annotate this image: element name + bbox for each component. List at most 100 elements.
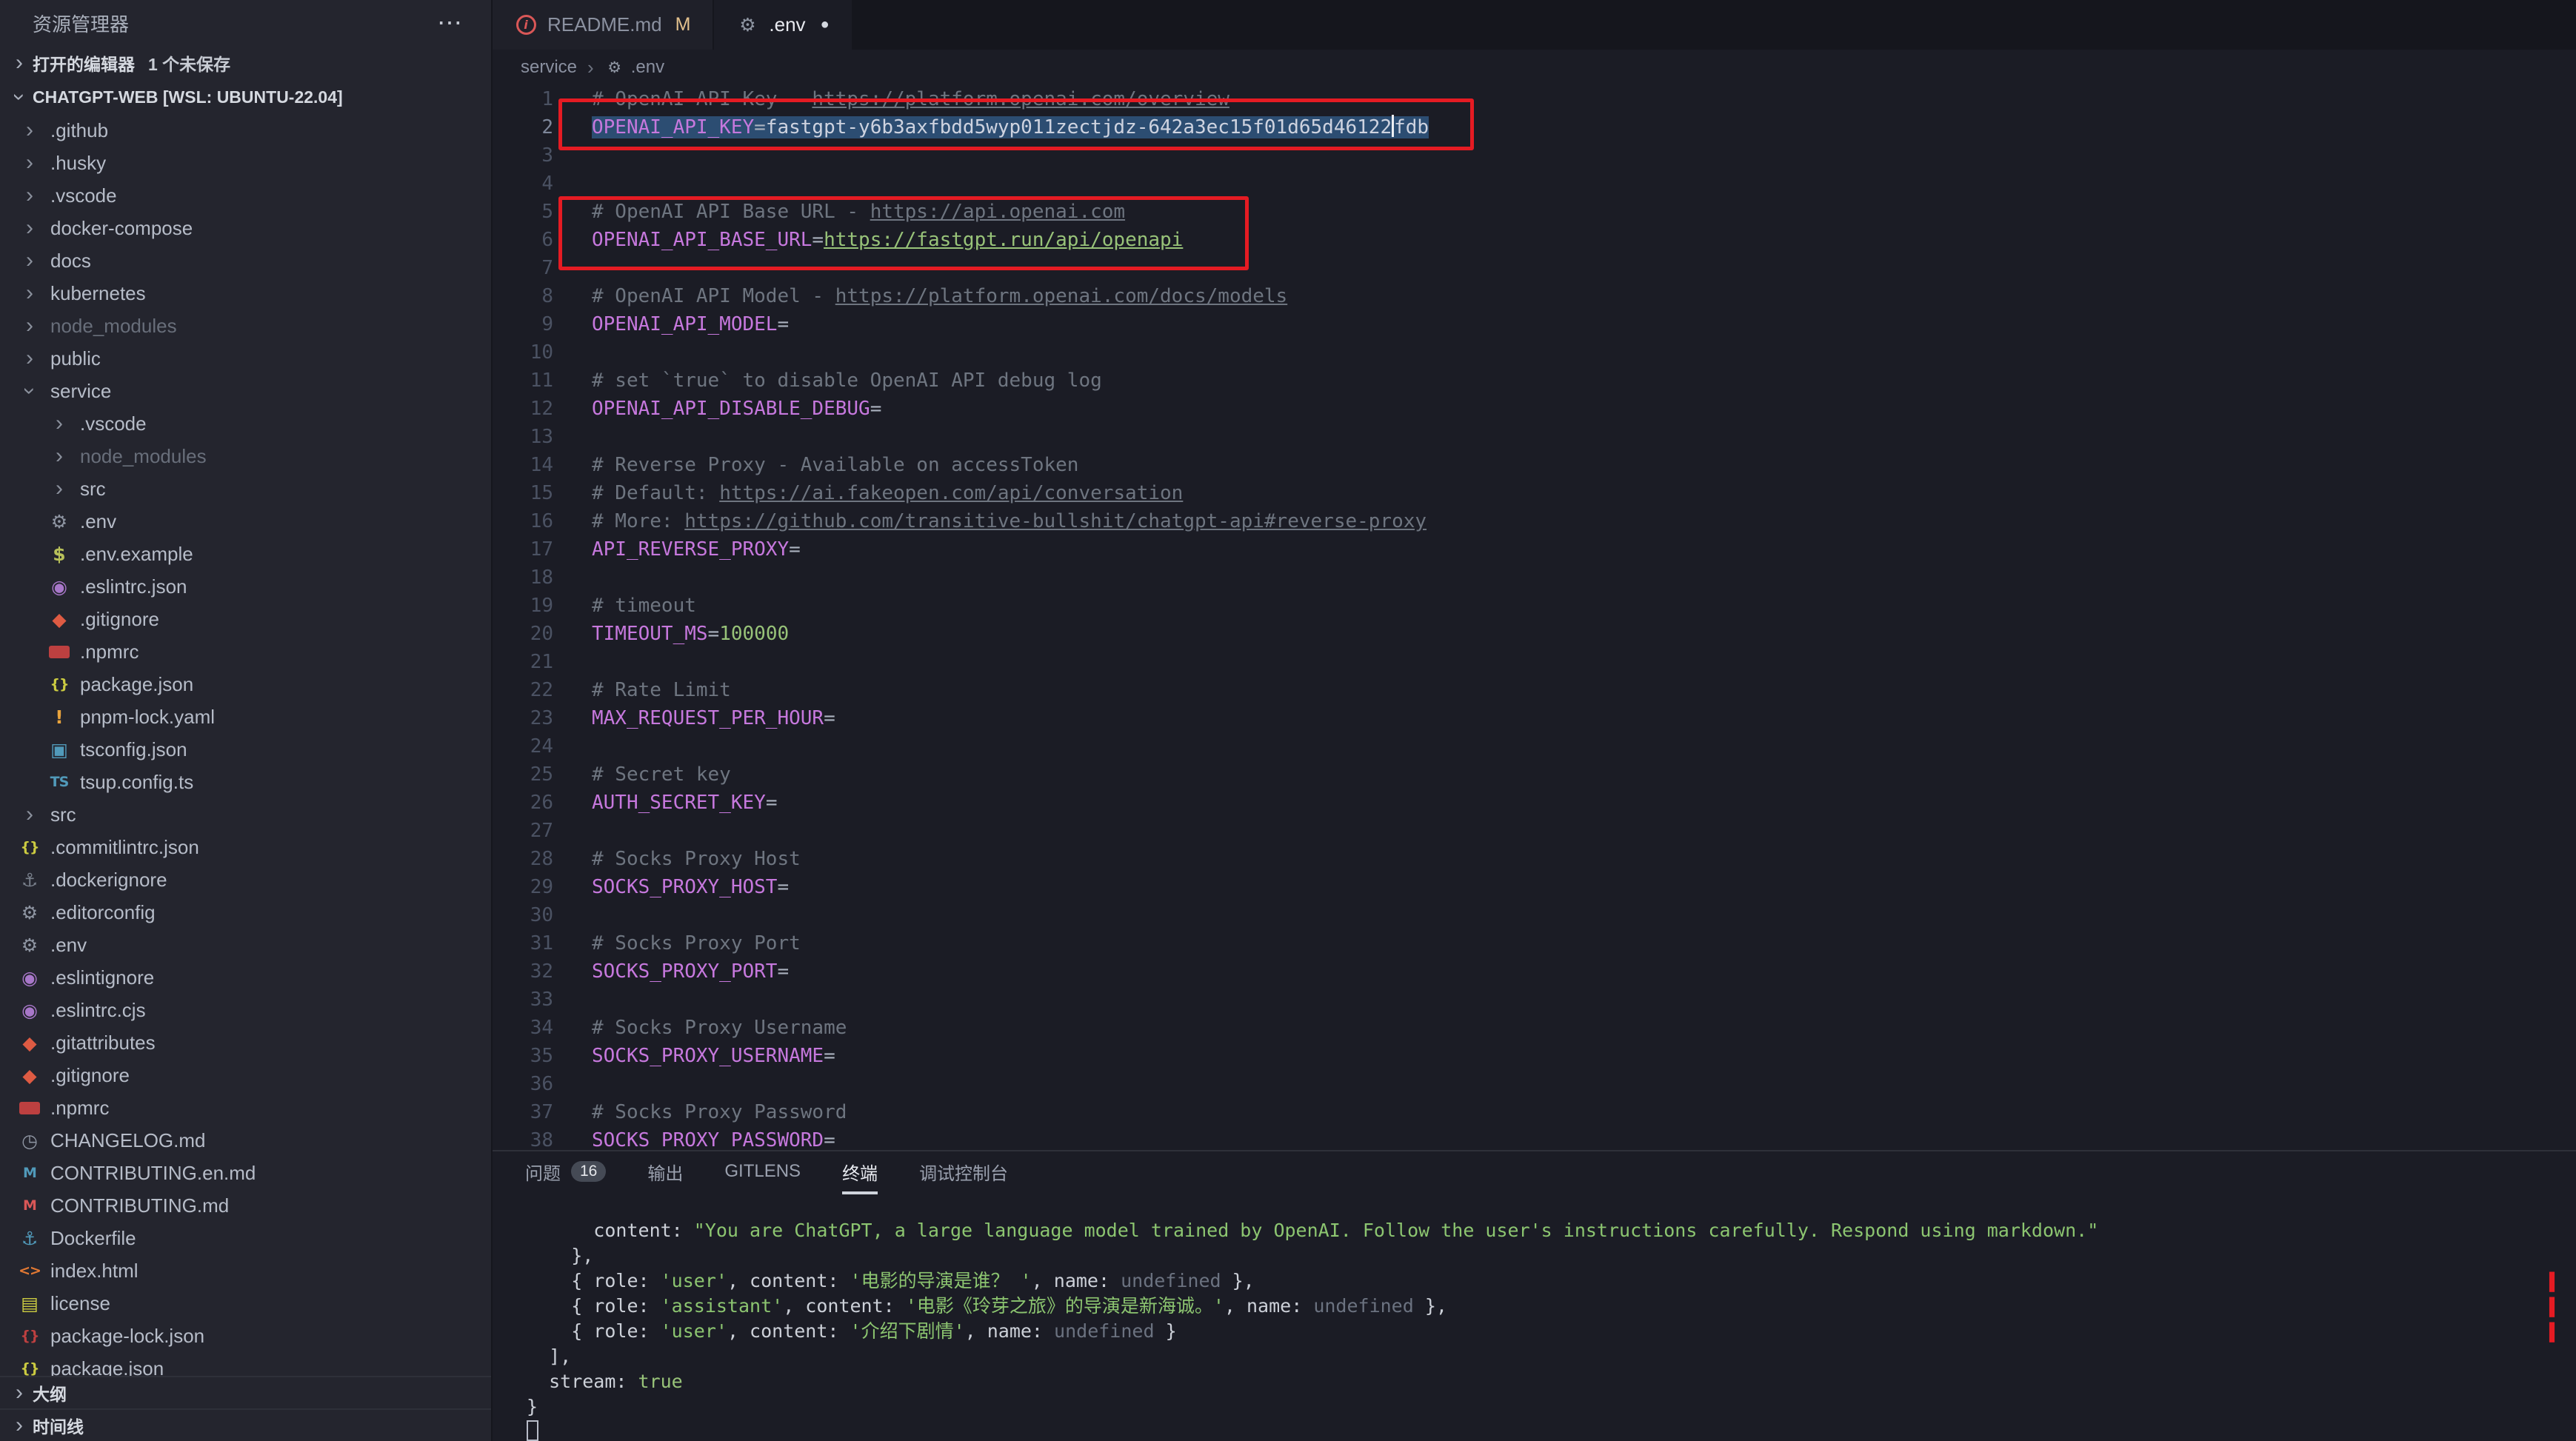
tree-item-docker-compose[interactable]: ›docker-compose xyxy=(0,212,491,244)
line-text: # Socks Proxy Host xyxy=(592,845,801,873)
panel-tab-gitlens[interactable]: GITLENS xyxy=(724,1151,801,1194)
tree-item-docs[interactable]: ›docs xyxy=(0,244,491,277)
tree-item-src[interactable]: ›src xyxy=(0,472,491,505)
tab-env[interactable]: ⚙.env● xyxy=(714,0,852,50)
tree-item-.eslintignore[interactable]: ◉.eslintignore xyxy=(0,961,491,994)
breadcrumb-item-service[interactable]: service xyxy=(521,57,577,78)
panel-tab-debug-console[interactable]: 调试控制台 xyxy=(919,1151,1008,1194)
code-line-12[interactable]: 12OPENAI_API_DISABLE_DEBUG= xyxy=(493,395,2576,423)
code-line-18[interactable]: 18 xyxy=(493,564,2576,592)
tree-item-.gitignore[interactable]: ◆.gitignore xyxy=(0,603,491,635)
tree-item-node_modules[interactable]: ›node_modules xyxy=(0,310,491,342)
code-editor[interactable]: 1# OpenAI API Key - https://platform.ope… xyxy=(493,85,2576,1150)
code-line-27[interactable]: 27 xyxy=(493,817,2576,845)
tree-item-tsconfig.json[interactable]: ▣tsconfig.json xyxy=(0,733,491,766)
code-line-34[interactable]: 34# Socks Proxy Username xyxy=(493,1014,2576,1042)
more-actions-icon[interactable]: ⋯ xyxy=(437,8,464,38)
code-line-33[interactable]: 33 xyxy=(493,986,2576,1014)
code-line-8[interactable]: 8# OpenAI API Model - https://platform.o… xyxy=(493,282,2576,310)
code-line-30[interactable]: 30 xyxy=(493,901,2576,929)
tree-item-public[interactable]: ›public xyxy=(0,342,491,375)
code-line-26[interactable]: 26AUTH_SECRET_KEY= xyxy=(493,789,2576,817)
code-line-5[interactable]: 5# OpenAI API Base URL - https://api.ope… xyxy=(493,198,2576,226)
line-number: 13 xyxy=(493,423,553,451)
workspace-section[interactable]: › CHATGPT-WEB [WSL: UBUNTU-22.04] xyxy=(0,80,491,114)
unsaved-dot-icon[interactable]: ● xyxy=(821,16,830,33)
code-line-13[interactable]: 13 xyxy=(493,423,2576,451)
terminal[interactable]: content: "You are ChatGPT, a large langu… xyxy=(493,1194,2576,1441)
tree-item-.eslintrc.json[interactable]: ◉.eslintrc.json xyxy=(0,570,491,603)
code-line-37[interactable]: 37# Socks Proxy Password xyxy=(493,1098,2576,1126)
tree-item-label: .gitignore xyxy=(50,1064,130,1087)
tree-item-package-lock.json[interactable]: {}package-lock.json xyxy=(0,1320,491,1352)
code-line-17[interactable]: 17API_REVERSE_PROXY= xyxy=(493,535,2576,564)
code-line-9[interactable]: 9OPENAI_API_MODEL= xyxy=(493,310,2576,338)
tree-item-.vscode[interactable]: ›.vscode xyxy=(0,407,491,440)
code-line-25[interactable]: 25# Secret key xyxy=(493,760,2576,789)
code-line-11[interactable]: 11# set `true` to disable OpenAI API deb… xyxy=(493,367,2576,395)
outline-section[interactable]: › 大纲 xyxy=(0,1376,491,1408)
code-line-10[interactable]: 10 xyxy=(493,338,2576,367)
tree-item-.npmrc[interactable]: .npmrc xyxy=(0,635,491,668)
tree-item-.commitlintrc.json[interactable]: {}.commitlintrc.json xyxy=(0,831,491,863)
tree-item-.github[interactable]: ›.github xyxy=(0,114,491,147)
code-line-21[interactable]: 21 xyxy=(493,648,2576,676)
tree-item-.gitignore[interactable]: ◆.gitignore xyxy=(0,1059,491,1091)
tree-item-.npmrc[interactable]: .npmrc xyxy=(0,1091,491,1124)
code-line-14[interactable]: 14# Reverse Proxy - Available on accessT… xyxy=(493,451,2576,479)
code-line-3[interactable]: 3 xyxy=(493,141,2576,170)
tree-item-.env[interactable]: ⚙.env xyxy=(0,929,491,961)
tree-item-.env.example[interactable]: $.env.example xyxy=(0,538,491,570)
code-line-19[interactable]: 19# timeout xyxy=(493,592,2576,620)
tree-item-node_modules[interactable]: ›node_modules xyxy=(0,440,491,472)
tree-item-kubernetes[interactable]: ›kubernetes xyxy=(0,277,491,310)
code-line-1[interactable]: 1# OpenAI API Key - https://platform.ope… xyxy=(493,85,2576,113)
tree-item-license[interactable]: ▤license xyxy=(0,1287,491,1320)
code-line-6[interactable]: 6OPENAI_API_BASE_URL=https://fastgpt.run… xyxy=(493,226,2576,254)
panel-tab-terminal[interactable]: 终端 xyxy=(842,1151,878,1194)
tree-item-CONTRIBUTING.en.md[interactable]: MCONTRIBUTING.en.md xyxy=(0,1157,491,1189)
code-line-31[interactable]: 31# Socks Proxy Port xyxy=(493,929,2576,957)
open-editors-section[interactable]: › 打开的编辑器 1 个未保存 xyxy=(0,46,491,80)
tab-readme-md[interactable]: iREADME.mdM xyxy=(493,0,714,50)
code-line-4[interactable]: 4 xyxy=(493,170,2576,198)
tree-item-.env[interactable]: ⚙.env xyxy=(0,505,491,538)
code-line-38[interactable]: 38SOCKS_PROXY_PASSWORD= xyxy=(493,1126,2576,1150)
breadcrumb-item-.env[interactable]: ⚙.env xyxy=(604,57,664,78)
code-line-16[interactable]: 16# More: https://github.com/transitive-… xyxy=(493,507,2576,535)
tree-item-.eslintrc.cjs[interactable]: ◉.eslintrc.cjs xyxy=(0,994,491,1026)
tree-item-package.json[interactable]: {}package.json xyxy=(0,668,491,701)
code-line-15[interactable]: 15# Default: https://ai.fakeopen.com/api… xyxy=(493,479,2576,507)
code-line-22[interactable]: 22# Rate Limit xyxy=(493,676,2576,704)
tree-item-.husky[interactable]: ›.husky xyxy=(0,147,491,179)
code-line-20[interactable]: 20TIMEOUT_MS=100000 xyxy=(493,620,2576,648)
tree-item-tsup.config.ts[interactable]: TStsup.config.ts xyxy=(0,766,491,798)
tree-item-package.json[interactable]: {}package.json xyxy=(0,1352,491,1376)
code-line-29[interactable]: 29SOCKS_PROXY_HOST= xyxy=(493,873,2576,901)
tree-item-CONTRIBUTING.md[interactable]: MCONTRIBUTING.md xyxy=(0,1189,491,1222)
tree-item-.vscode[interactable]: ›.vscode xyxy=(0,179,491,212)
tree-item-.editorconfig[interactable]: ⚙.editorconfig xyxy=(0,896,491,929)
panel-tab-output[interactable]: 输出 xyxy=(647,1151,683,1194)
tree-item-CHANGELOG.md[interactable]: ◷CHANGELOG.md xyxy=(0,1124,491,1157)
code-line-7[interactable]: 7 xyxy=(493,254,2576,282)
panel-tab-problems[interactable]: 问题16 xyxy=(525,1151,606,1194)
code-line-36[interactable]: 36 xyxy=(493,1070,2576,1098)
code-line-32[interactable]: 32SOCKS_PROXY_PORT= xyxy=(493,957,2576,986)
code-line-28[interactable]: 28# Socks Proxy Host xyxy=(493,845,2576,873)
code-line-2[interactable]: 2OPENAI_API_KEY=fastgpt-y6b3axfbdd5wyp01… xyxy=(493,113,2576,141)
tree-item-index.html[interactable]: <>index.html xyxy=(0,1254,491,1287)
timeline-section[interactable]: › 时间线 xyxy=(0,1408,491,1441)
tree-item-.gitattributes[interactable]: ◆.gitattributes xyxy=(0,1026,491,1059)
tree-item-Dockerfile[interactable]: ⚓Dockerfile xyxy=(0,1222,491,1254)
tree-item-label: .husky xyxy=(50,152,106,175)
tree-item-.dockerignore[interactable]: ⚓.dockerignore xyxy=(0,863,491,896)
tree-item-pnpm-lock.yaml[interactable]: !pnpm-lock.yaml xyxy=(0,701,491,733)
typescript-icon: TS xyxy=(44,774,74,790)
tree-item-src[interactable]: ›src xyxy=(0,798,491,831)
code-line-23[interactable]: 23MAX_REQUEST_PER_HOUR= xyxy=(493,704,2576,732)
code-line-24[interactable]: 24 xyxy=(493,732,2576,760)
code-line-35[interactable]: 35SOCKS_PROXY_USERNAME= xyxy=(493,1042,2576,1070)
tree-item-service[interactable]: ›service xyxy=(0,375,491,407)
line-number: 11 xyxy=(493,367,553,395)
